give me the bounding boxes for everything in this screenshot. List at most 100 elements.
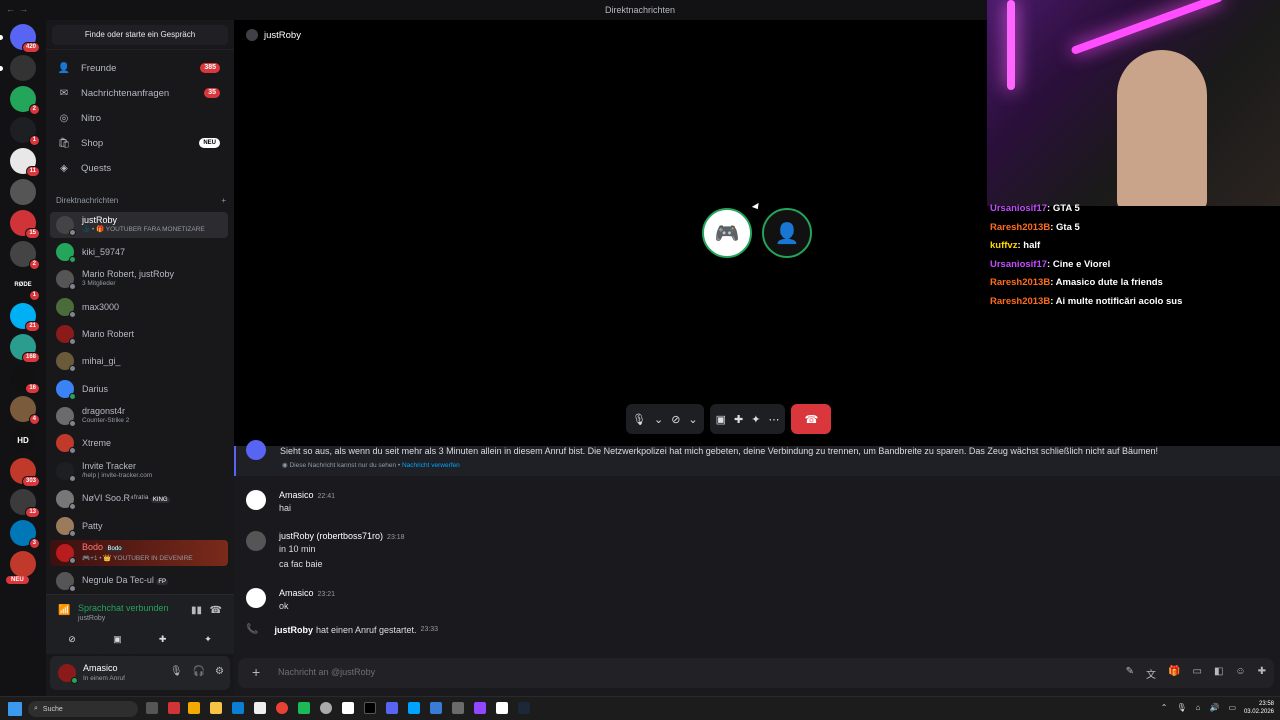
avatar[interactable] (246, 531, 266, 551)
file-icon[interactable] (496, 702, 508, 714)
activities-icon[interactable]: ✚ (734, 413, 743, 426)
apps-icon[interactable]: ✚ (1258, 666, 1266, 681)
battery-icon[interactable]: ▭ (1228, 703, 1236, 712)
volume-icon[interactable]: 🔊 (1209, 703, 1219, 712)
history-nav[interactable]: ←→ (6, 4, 32, 14)
nav-item-nachrichtenanfragen[interactable]: ✉ Nachrichtenanfragen 35 (50, 82, 228, 104)
voice-status[interactable]: Sprachchat verbunden (78, 603, 169, 613)
dm-item[interactable]: Mario Robert, justRoby 3 Mitglieder (50, 266, 228, 292)
capcut-icon[interactable] (364, 702, 376, 714)
translate-icon[interactable]: 文 (1146, 666, 1156, 681)
dm-item[interactable]: max3000 (50, 294, 228, 320)
app-icon[interactable] (168, 702, 180, 714)
screenshare-button[interactable]: ▣ (97, 629, 138, 649)
windows-start-icon[interactable] (8, 702, 22, 716)
dm-item[interactable]: NøVI Soo.R⁴ᶠʳᵃᵗⁱᵃ KING (50, 486, 228, 512)
file-icon[interactable] (342, 702, 354, 714)
dm-item[interactable]: mihai_gi_ (50, 348, 228, 374)
server-icon[interactable]: 1 (10, 117, 40, 146)
noise-suppression-icon[interactable]: ▮▮ (191, 605, 202, 616)
message-composer[interactable]: + Nachricht an @justRoby ✎ 文 🎁 ▭ ◧ ☺ ✚ (238, 658, 1274, 688)
taskbar-search[interactable]: ⌕ Suche (28, 701, 138, 717)
soundboard-icon[interactable]: ✦ (751, 413, 760, 426)
attach-plus-icon[interactable]: + (252, 664, 260, 680)
mic-icon[interactable]: 🎙 (170, 666, 183, 677)
disconnect-icon[interactable]: ☎ (210, 605, 222, 616)
app-icon[interactable] (254, 702, 266, 714)
server-icon[interactable]: 15 (10, 210, 40, 239)
app-icon[interactable] (298, 702, 310, 714)
dm-item[interactable]: Mario Robert (50, 321, 228, 347)
nav-item-freunde[interactable]: 👤 Freunde 385 (50, 57, 228, 79)
message-input[interactable]: Nachricht an @justRoby (278, 667, 375, 677)
create-dm-button[interactable]: + (221, 196, 226, 205)
mic-icon[interactable]: 🎙 (632, 413, 646, 426)
dm-item[interactable]: Xtreme (50, 430, 228, 456)
sticker-icon[interactable]: ◧ (1214, 666, 1223, 681)
dm-item[interactable]: Patty (50, 513, 228, 539)
more-icon[interactable]: ⋯ (768, 413, 779, 426)
server-icon[interactable]: 3 (10, 520, 40, 549)
task-view-icon[interactable] (146, 702, 158, 714)
app-launcher-icon[interactable]: ✎ (1126, 666, 1134, 681)
server-icon[interactable]: 2 (10, 241, 40, 270)
dm-item[interactable]: Bodo Bodo 🎮+1 • 👑 YOUTUBER IN DEVENIRE (50, 540, 228, 566)
participant-avatar-justroby[interactable]: 👤 (762, 208, 812, 258)
mic-control[interactable]: 🎙 ⌄ ⊘ ⌄ (626, 404, 704, 434)
chevron-down-icon[interactable]: ⌄ (688, 413, 697, 426)
app-icon[interactable] (408, 702, 420, 714)
server-icon[interactable]: HD (10, 427, 36, 453)
server-icon[interactable]: 2 (10, 86, 40, 115)
camera-button[interactable]: ⊘ (52, 629, 92, 649)
user-name[interactable]: Amasico (83, 663, 118, 673)
server-icon[interactable] (0, 55, 36, 81)
screenshare-icon[interactable]: ▣ (716, 413, 726, 426)
discord-icon[interactable] (386, 702, 398, 714)
app-icon[interactable] (188, 702, 200, 714)
nav-item-quests[interactable]: ◈ Quests (50, 157, 228, 179)
settings-gear-icon[interactable]: ⚙ (215, 666, 224, 677)
message-author[interactable]: Amasico (279, 490, 314, 500)
participant-avatar-amasico[interactable]: 🎮 (702, 208, 752, 258)
app-icon[interactable] (474, 702, 486, 714)
hang-up-button[interactable]: ☎ (791, 404, 832, 434)
camera-off-icon[interactable]: ⊘ (671, 413, 680, 426)
emoji-icon[interactable]: ☺ (1235, 666, 1245, 681)
message-author[interactable]: Amasico (279, 588, 314, 598)
server-icon[interactable]: 168 (10, 334, 40, 363)
avatar[interactable] (58, 664, 78, 684)
server-icon[interactable]: RØDE 1 (10, 272, 40, 301)
server-icon[interactable]: 13 (10, 489, 40, 518)
nav-item-nitro[interactable]: ◎ Nitro (50, 107, 228, 129)
call-event-author[interactable]: justRoby (274, 625, 313, 635)
server-icon[interactable]: 11 (10, 148, 40, 177)
explorer-icon[interactable] (210, 702, 222, 714)
soundboard-button[interactable]: ✦ (187, 629, 228, 649)
chevron-up-icon[interactable]: ⌃ (1161, 703, 1168, 712)
server-icon[interactable] (10, 179, 36, 205)
find-conversation-button[interactable]: Finde oder starte ein Gespräch (52, 24, 228, 45)
server-icon[interactable]: 420 (0, 24, 40, 53)
message-author[interactable]: justRoby (robertboss71ro) (279, 531, 383, 541)
dismiss-message-link[interactable]: Nachricht verwerfen (402, 462, 460, 469)
chrome-icon[interactable] (276, 702, 288, 714)
edge-icon[interactable] (232, 702, 244, 714)
gif-icon[interactable]: ▭ (1192, 666, 1201, 681)
dm-item[interactable]: kiki_59747 (50, 239, 228, 265)
chevron-down-icon[interactable]: ⌄ (654, 413, 663, 426)
server-icon[interactable]: 16 (10, 365, 40, 394)
server-icon[interactable]: 4 (10, 396, 40, 425)
dm-item[interactable]: Darius (50, 376, 228, 402)
dm-item[interactable]: Negrule Da Tec-ul FP (50, 568, 228, 594)
dm-item[interactable]: dragonst4r Counter-Strike 2 (50, 403, 228, 429)
steam-icon[interactable] (518, 702, 530, 714)
dm-item[interactable]: justRoby 🌑 • 🎁 YOUTUBER FARA MONETIZARE (50, 212, 228, 238)
dm-item[interactable]: Invite Tracker/help | invite-tracker.com (50, 458, 228, 484)
gift-icon[interactable]: 🎁 (1168, 666, 1180, 681)
mic-icon[interactable]: 🎙 (1176, 703, 1186, 712)
nav-item-shop[interactable]: 🛍 Shop NEU (50, 132, 228, 154)
activities-button[interactable]: ✚ (142, 629, 183, 649)
clock[interactable]: 23:58 03.02.2026 (1244, 700, 1274, 716)
avatar[interactable] (246, 588, 266, 608)
avatar[interactable] (246, 490, 266, 510)
